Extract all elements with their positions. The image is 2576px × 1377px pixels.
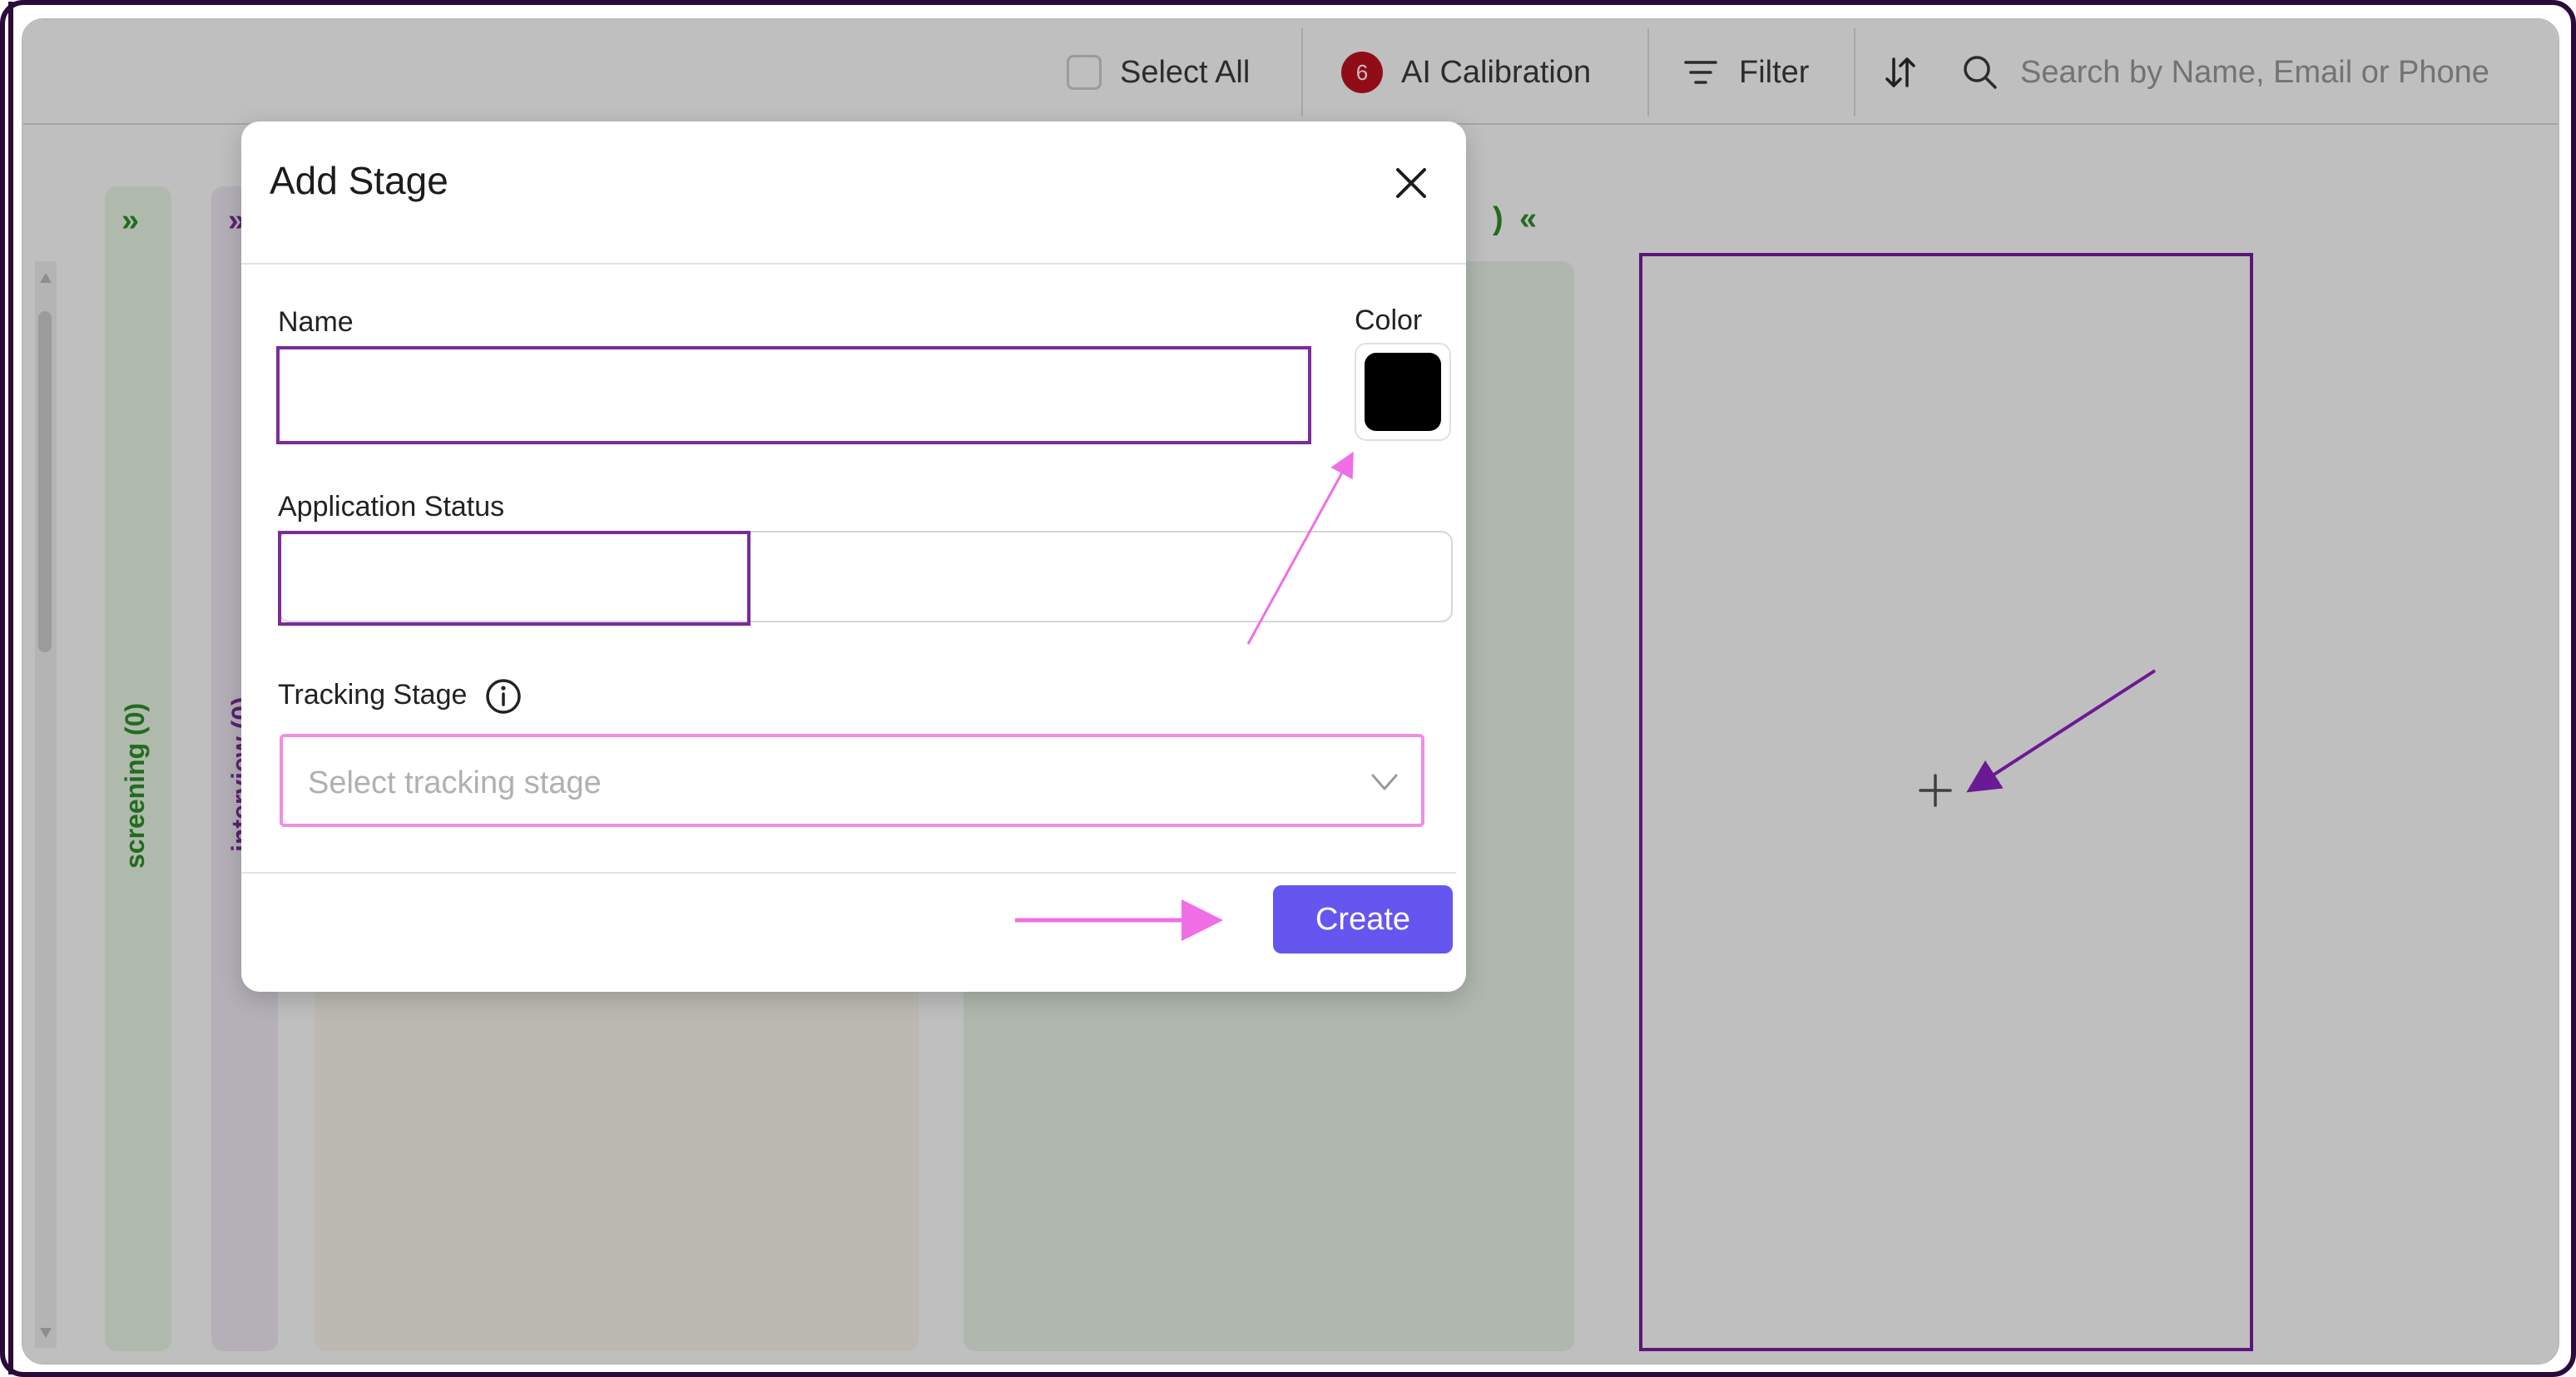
app-window: Select All 6 AI Calibration Filter Searc…: [22, 18, 2559, 1365]
color-picker[interactable]: [1355, 343, 1451, 441]
info-icon[interactable]: [484, 677, 523, 716]
window-edge: [8, 2, 13, 1375]
add-stage-modal: Add Stage Name Color Application Status …: [241, 121, 1466, 992]
application-status-label: Application Status: [278, 491, 505, 523]
name-label: Name: [278, 306, 354, 338]
modal-divider: [241, 263, 1466, 265]
close-icon[interactable]: [1393, 165, 1429, 201]
modal-footer-divider: [241, 872, 1456, 874]
color-swatch[interactable]: [1365, 353, 1441, 431]
tracking-stage-label: Tracking Stage: [278, 679, 468, 711]
application-status-highlight: [278, 531, 751, 626]
tracking-stage-select[interactable]: Select tracking stage: [280, 734, 1424, 827]
create-button[interactable]: Create: [1273, 885, 1453, 953]
color-label: Color: [1355, 305, 1423, 336]
modal-title: Add Stage: [270, 159, 448, 202]
chevron-down-icon: [1370, 767, 1399, 797]
name-input[interactable]: [276, 346, 1311, 444]
tracking-stage-placeholder: Select tracking stage: [308, 765, 602, 800]
